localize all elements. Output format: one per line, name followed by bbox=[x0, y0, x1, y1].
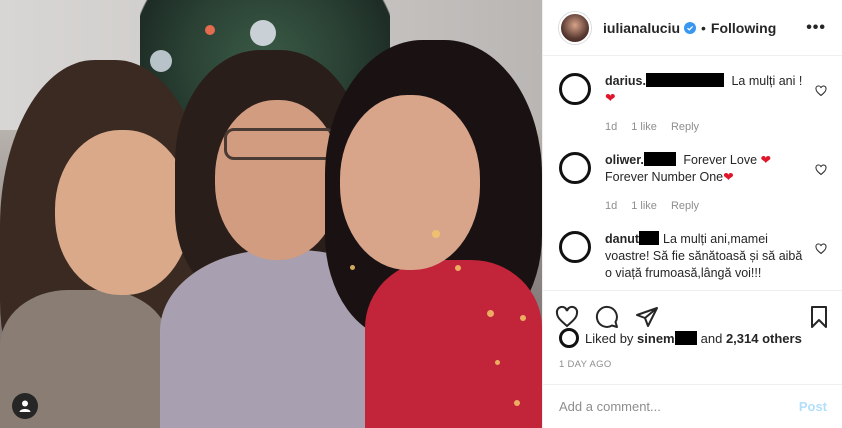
person-left-face bbox=[55, 130, 190, 295]
post-side-panel: iulianaluciu • Following ••• darius. La … bbox=[542, 0, 842, 428]
add-comment-section: Post bbox=[543, 384, 842, 428]
ornament bbox=[205, 25, 215, 35]
redaction-box bbox=[639, 231, 660, 245]
comment-likes[interactable]: 1 like bbox=[631, 198, 657, 215]
comment-time[interactable]: 1d bbox=[605, 198, 617, 215]
likes-summary: Liked by sinem and 2,314 others bbox=[559, 328, 802, 348]
comment-body: danut La mulți ani,mamei voastre! Să fie … bbox=[605, 231, 827, 282]
redaction-box bbox=[674, 331, 697, 345]
post-photo[interactable] bbox=[0, 0, 542, 428]
bokeh-light bbox=[487, 310, 494, 317]
liker-avatar[interactable] bbox=[559, 328, 579, 348]
ornament bbox=[250, 20, 276, 46]
comment-meta: 1d 1 like Reply bbox=[605, 119, 805, 136]
commenter-username[interactable]: oliwer. bbox=[605, 153, 644, 167]
person-right-face bbox=[340, 95, 480, 270]
heart-emoji-icon: ❤ bbox=[723, 170, 734, 184]
liker-username[interactable]: sinem bbox=[637, 331, 675, 346]
bokeh-light bbox=[350, 265, 355, 270]
comment-text-line1: Forever Love bbox=[683, 153, 758, 167]
heart-emoji-icon: ❤ bbox=[605, 91, 616, 105]
comment-like-icon[interactable] bbox=[815, 243, 827, 255]
instagram-post: iulianaluciu • Following ••• darius. La … bbox=[0, 0, 842, 428]
heart-outline-icon[interactable] bbox=[555, 305, 579, 329]
comment-body: darius. La mulți ani ! ❤ 1d 1 like Reply bbox=[605, 73, 827, 136]
post-timestamp[interactable]: 1 DAY AGO bbox=[559, 359, 612, 370]
comment-text-line2: Forever Number One bbox=[605, 170, 724, 184]
ornament bbox=[150, 50, 172, 72]
reply-button[interactable]: Reply bbox=[671, 119, 699, 136]
bokeh-light bbox=[514, 400, 520, 406]
comment-time[interactable]: 1d bbox=[605, 119, 617, 136]
likes-others[interactable]: 2,314 others bbox=[726, 331, 802, 346]
bokeh-light bbox=[495, 360, 500, 365]
person-middle-face bbox=[215, 100, 340, 260]
bokeh-light bbox=[432, 230, 440, 238]
glasses bbox=[224, 128, 336, 160]
share-icon[interactable] bbox=[635, 305, 659, 329]
user-tag-icon[interactable] bbox=[12, 393, 38, 419]
comment-item: darius. La mulți ani ! ❤ 1d 1 like Reply bbox=[559, 57, 827, 136]
comment-item: oliwer. Forever Love ❤ Forever Number On… bbox=[559, 136, 827, 215]
likes-prefix: Liked by bbox=[585, 330, 634, 346]
redaction-box bbox=[646, 73, 724, 87]
verified-badge-icon bbox=[684, 21, 697, 34]
comment-item: danut La mulți ani,mamei voastre! Să fie … bbox=[559, 215, 827, 282]
author-username[interactable]: iulianaluciu bbox=[603, 20, 680, 36]
commenter-avatar[interactable] bbox=[559, 231, 591, 263]
bokeh-light bbox=[455, 265, 461, 271]
commenter-username[interactable]: danut bbox=[605, 232, 639, 246]
comment-like-icon[interactable] bbox=[815, 164, 827, 176]
author-avatar[interactable] bbox=[559, 11, 591, 44]
bookmark-icon[interactable] bbox=[807, 305, 831, 329]
post-comment-button[interactable]: Post bbox=[799, 399, 827, 414]
commenter-username[interactable]: darius. bbox=[605, 74, 646, 88]
comment-icon[interactable] bbox=[595, 305, 619, 329]
likes-suffix: and bbox=[700, 330, 723, 346]
reply-button[interactable]: Reply bbox=[671, 198, 699, 215]
more-horizontal-icon[interactable]: ••• bbox=[806, 19, 826, 37]
comment-input[interactable] bbox=[559, 399, 799, 414]
separator-dot: • bbox=[701, 19, 706, 36]
comment-body: oliwer. Forever Love ❤ Forever Number On… bbox=[605, 152, 827, 215]
redaction-box bbox=[643, 152, 676, 166]
commenter-avatar[interactable] bbox=[559, 152, 591, 184]
comment-meta: 1d 1 like Reply bbox=[605, 198, 805, 215]
heart-emoji-icon: ❤ bbox=[760, 153, 772, 167]
following-button[interactable]: Following bbox=[711, 20, 776, 36]
comments-list: darius. La mulți ani ! ❤ 1d 1 like Reply bbox=[543, 57, 842, 289]
comment-like-icon[interactable] bbox=[815, 85, 827, 97]
comment-text: La mulți ani ! bbox=[731, 74, 803, 88]
bokeh-light bbox=[520, 315, 526, 321]
comment-likes[interactable]: 1 like bbox=[631, 119, 657, 136]
post-header: iulianaluciu • Following ••• bbox=[543, 0, 842, 56]
commenter-avatar[interactable] bbox=[559, 73, 591, 105]
